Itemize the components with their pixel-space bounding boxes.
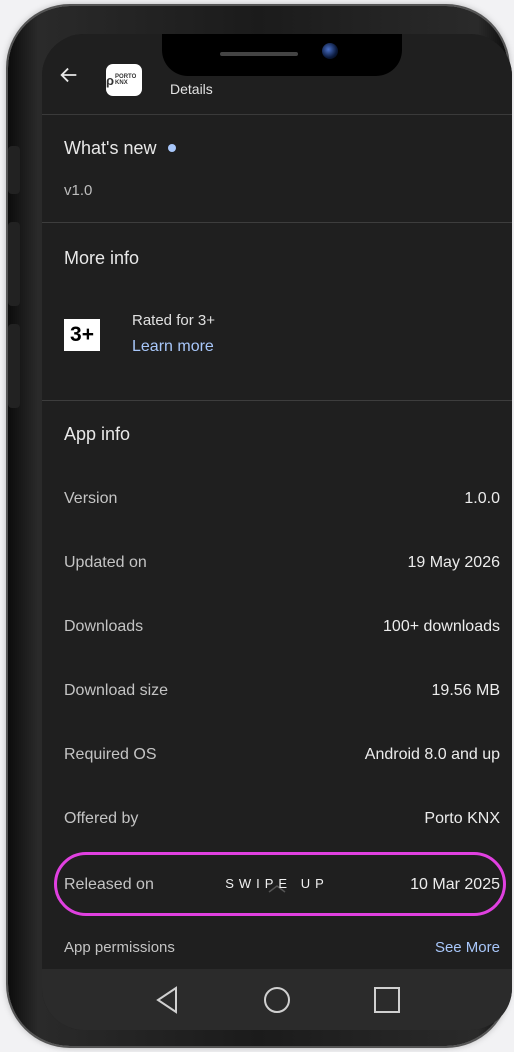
divider — [42, 222, 512, 223]
info-row-offered-by: Offered by Porto KNX — [64, 810, 500, 828]
app-logo: ρ PORTO KNX — [106, 64, 142, 96]
speaker-grille — [220, 52, 298, 56]
nav-recents-icon[interactable] — [372, 985, 402, 1015]
screen: ρ PORTO KNX Details What's new v1.0 More… — [42, 34, 512, 1030]
more-info-title: More info — [64, 248, 140, 268]
back-arrow-icon[interactable] — [58, 64, 80, 86]
row-label: Version — [64, 490, 118, 507]
info-row-download-size: Download size 19.56 MB — [64, 682, 500, 700]
volume-down-button — [8, 324, 20, 408]
rating-badge-icon: 3+ — [64, 319, 100, 351]
app-permissions-row: App permissions See More — [64, 939, 500, 956]
info-row-updated: Updated on 19 May 2026 — [64, 554, 500, 572]
learn-more-link[interactable]: Learn more — [132, 338, 214, 356]
row-label: Downloads — [64, 618, 144, 635]
front-camera-icon — [322, 43, 338, 59]
notch — [162, 34, 402, 76]
app-logo-text: PORTO KNX — [115, 74, 137, 86]
row-label: Updated on — [64, 554, 147, 571]
system-nav-bar — [42, 969, 512, 1030]
row-value: 19.56 MB — [431, 682, 500, 699]
row-value: 1.0.0 — [464, 490, 500, 507]
info-row-required-os: Required OS Android 8.0 and up — [64, 746, 500, 764]
row-value: 100+ downloads — [383, 618, 500, 635]
row-label: Required OS — [64, 746, 157, 763]
page-title: Details — [170, 81, 213, 97]
new-indicator-dot — [168, 144, 177, 152]
volume-up-button — [8, 222, 20, 306]
whats-new-heading: What's new — [64, 138, 177, 159]
divider — [42, 400, 512, 401]
row-label: Offered by — [64, 810, 139, 827]
row-value: Porto KNX — [424, 810, 500, 827]
row-value: Android 8.0 and up — [364, 746, 500, 763]
whats-new-title: What's new — [64, 138, 157, 158]
row-label: Download size — [64, 682, 169, 699]
info-row-downloads: Downloads 100+ downloads — [64, 618, 500, 636]
swipe-up-hint: SWIPE UP — [225, 876, 329, 891]
phone-frame: ρ PORTO KNX Details What's new v1.0 More… — [8, 6, 512, 1046]
whats-new-version: v1.0 — [64, 182, 93, 199]
app-info-title: App info — [64, 424, 131, 444]
rating-text: Rated for 3+ — [132, 312, 215, 329]
see-more-link[interactable]: See More — [435, 939, 500, 956]
logo-glyph-icon: ρ — [106, 72, 115, 88]
side-button-top — [8, 146, 20, 194]
permissions-label: App permissions — [64, 939, 175, 956]
nav-home-icon[interactable] — [262, 985, 292, 1015]
row-value: 19 May 2026 — [407, 554, 500, 571]
nav-back-icon[interactable] — [152, 985, 182, 1015]
info-row-version: Version 1.0.0 — [64, 490, 500, 508]
